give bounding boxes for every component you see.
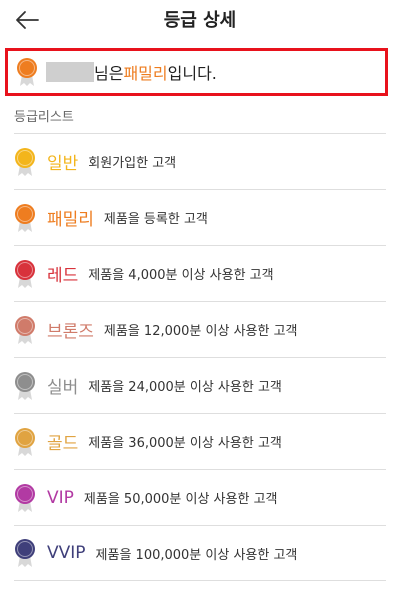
grade-name: 레드	[47, 266, 79, 286]
grade-name: 실버	[47, 378, 79, 398]
medal-icon	[15, 315, 35, 344]
grade-row: VIP 제품을 50,000분 이상 사용한 고객	[14, 470, 386, 526]
grade-name: 일반	[47, 154, 79, 174]
medal-icon	[15, 203, 35, 232]
medal-icon	[15, 371, 35, 400]
page-title: 등급 상세	[163, 10, 237, 31]
grade-description: 제품을 36,000분 이상 사용한 고객	[88, 436, 282, 451]
medal-icon	[15, 147, 35, 176]
grade-row: 패밀리 제품을 등록한 고객	[14, 190, 386, 246]
medal-icon	[15, 259, 35, 288]
medal-icon	[17, 58, 37, 86]
grade-row: 골드 제품을 36,000분 이상 사용한 고객	[14, 414, 386, 470]
grade-row: 브론즈 제품을 12,000분 이상 사용한 고객	[14, 302, 386, 358]
grade-name: VIP	[47, 487, 74, 508]
medal-icon	[15, 539, 35, 567]
blurred-username	[46, 62, 94, 82]
grade-description: 제품을 등록한 고객	[103, 212, 208, 227]
grade-description: 제품을 100,000분 이상 사용한 고객	[95, 547, 298, 563]
grade-description: 제품을 24,000분 이상 사용한 고객	[88, 380, 282, 395]
app-header: 등급 상세	[0, 0, 400, 40]
grade-list-label: 등급리스트	[14, 110, 74, 125]
current-grade-suffix: 입니다.	[167, 64, 217, 83]
grade-name: 패밀리	[47, 210, 94, 230]
grade-name: VVIP	[47, 543, 86, 563]
current-grade-name: 패밀리	[123, 64, 168, 83]
medal-icon	[15, 483, 35, 512]
grade-name: 골드	[47, 434, 79, 454]
grade-list: 일반 회원가입한 고객패밀리 제품을 등록한 고객레드 제품을 4,000분 이상 사…	[14, 133, 386, 581]
current-grade-prefix: 님은	[94, 64, 124, 83]
grade-description: 제품을 12,000분 이상 사용한 고객	[103, 324, 298, 339]
grade-row: 일반 회원가입한 고객	[14, 134, 386, 190]
grade-description: 제품을 50,000분 이상 사용한 고객	[83, 492, 278, 507]
medal-icon	[15, 427, 35, 456]
current-grade-text: 님은 패밀리 입니다.	[46, 60, 217, 84]
grade-description: 제품을 4,000분 이상 사용한 고객	[88, 268, 274, 283]
grade-description: 회원가입한 고객	[88, 156, 177, 171]
grade-row: 레드 제품을 4,000분 이상 사용한 고객	[14, 246, 386, 302]
grade-name: 브론즈	[47, 322, 94, 342]
grade-row: VVIP 제품을 100,000분 이상 사용한 고객	[14, 526, 386, 581]
grade-row: 실버 제품을 24,000분 이상 사용한 고객	[14, 358, 386, 414]
current-grade-banner: 님은 패밀리 입니다.	[5, 48, 388, 96]
